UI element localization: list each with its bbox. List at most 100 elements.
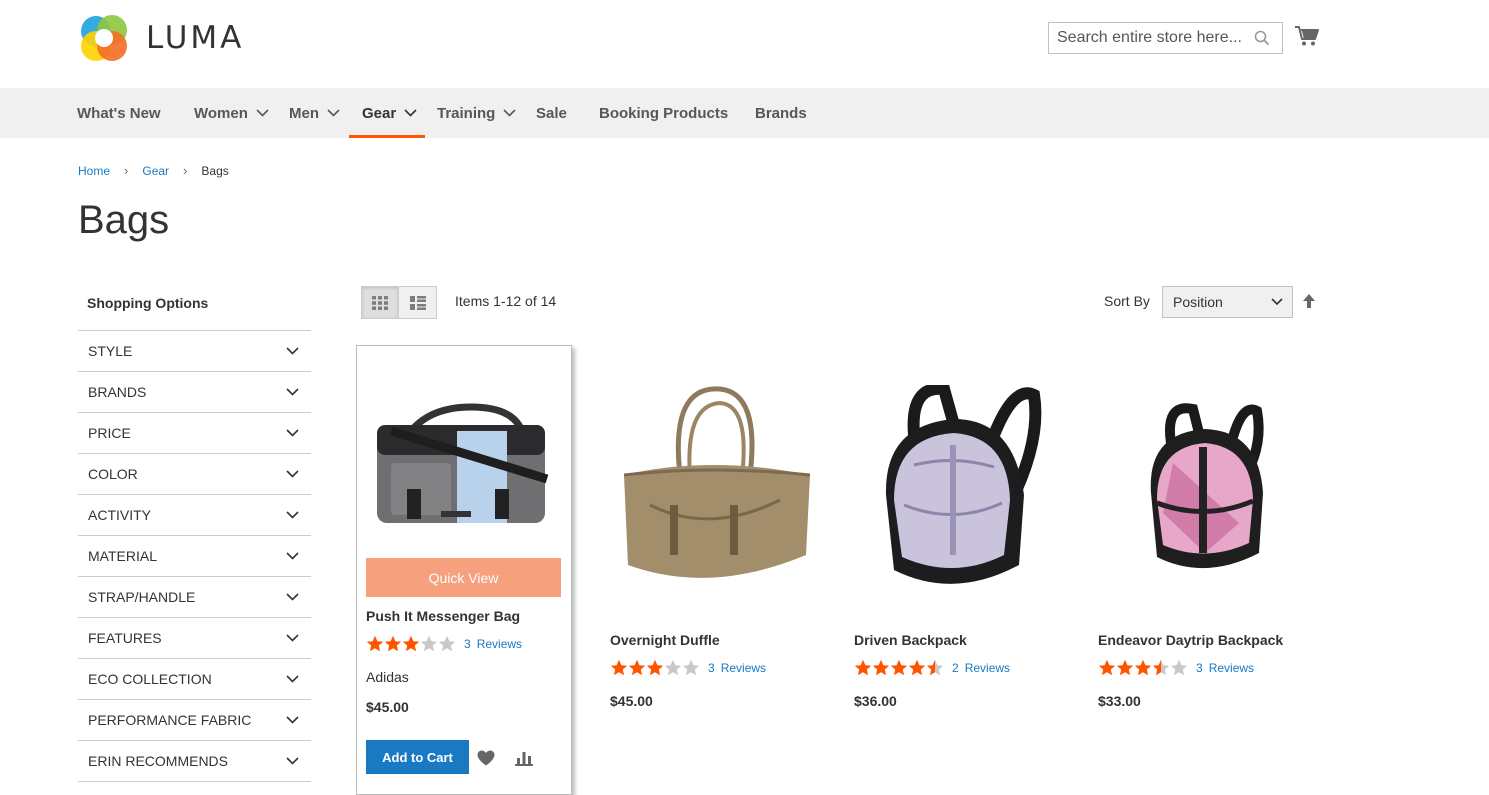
filter-style[interactable]: STYLE [78,331,311,372]
search-input[interactable] [1049,24,1247,52]
review-count: 3 [1196,660,1203,675]
filter-color[interactable]: COLOR [78,454,311,495]
breadcrumb-separator: › [124,163,129,178]
breadcrumb-gear[interactable]: Gear [142,164,169,178]
star-icon [420,635,438,652]
view-mode-switcher [361,286,437,319]
nav-label: Booking Products [599,104,729,122]
star-icon [646,659,664,676]
nav-label: What's New [77,104,161,122]
review-count: 2 [952,660,959,675]
filter-label: BRANDS [88,384,147,400]
chevron-down-icon [286,511,299,519]
compare-icon[interactable] [515,750,533,771]
nav-item-gear[interactable]: Gear [348,88,426,138]
cart-icon[interactable] [1294,24,1320,50]
filter-label: PERFORMANCE FABRIC [88,712,252,728]
reviews-link[interactable]: 3 Reviews [708,661,766,675]
filter-label: COLOR [88,466,138,482]
product-card[interactable]: Driven Backpack 2 Reviews $36.00 [844,345,1060,725]
nav-item-training[interactable]: Training [437,88,516,138]
chevron-down-icon [256,109,269,117]
add-to-cart-button[interactable]: Add to Cart [366,740,469,774]
chevron-down-icon [286,593,299,601]
reviews-label: Reviews [1208,660,1255,675]
product-card[interactable]: Quick View Push It Messenger Bag 3 Review… [356,345,572,795]
chevron-down-icon [286,347,299,355]
breadcrumb-home[interactable]: Home [78,164,110,178]
page-title: Bags [78,198,170,242]
nav-item-booking-products[interactable]: Booking Products [599,88,728,138]
chevron-down-icon [404,109,417,117]
product-image[interactable] [610,385,810,585]
product-card[interactable]: Endeavor Daytrip Backpack 3 Reviews $33.0… [1088,345,1304,725]
sort-select[interactable]: Position [1162,286,1293,318]
filter-eco-collection[interactable]: ECO COLLECTION [78,659,311,700]
rating-stars [366,635,456,652]
logo-text: LUMA [146,20,245,56]
chevron-down-icon [286,634,299,642]
breadcrumb-current: Bags [201,163,229,178]
breadcrumb-separator: › [183,163,188,178]
main-nav: What's New Women Men Gear Training Sale … [0,88,1489,138]
product-name[interactable]: Driven Backpack [854,632,967,648]
star-icon [908,659,926,676]
filter-activity[interactable]: ACTIVITY [78,495,311,536]
filter-label: STRAP/HANDLE [88,589,196,605]
quick-view-button[interactable]: Quick View [366,558,561,597]
product-name[interactable]: Endeavor Daytrip Backpack [1098,632,1283,648]
nav-item-men[interactable]: Men [289,88,340,138]
list-icon [409,295,426,310]
search-icon[interactable] [1247,23,1277,53]
rating-stars [1098,659,1188,676]
filter-strap-handle[interactable]: STRAP/HANDLE [78,577,311,618]
chevron-down-icon [286,757,299,765]
logo-icon [81,15,127,61]
nav-label: Women [194,104,248,122]
product-rating: 3 Reviews [610,659,766,676]
reviews-link[interactable]: 3 Reviews [464,637,522,651]
reviews-link[interactable]: 2 Reviews [952,661,1010,675]
star-icon [628,659,646,676]
product-card[interactable]: Overnight Duffle 3 Reviews $45.00 [600,345,816,725]
logo[interactable]: LUMA [78,13,244,63]
review-count: 3 [464,636,471,651]
reviews-label: Reviews [964,660,1011,675]
chevron-down-icon [286,388,299,396]
list-view-button[interactable] [399,286,437,319]
filter-performance-fabric[interactable]: PERFORMANCE FABRIC [78,700,311,741]
filter-material[interactable]: MATERIAL [78,536,311,577]
nav-item-sale[interactable]: Sale [536,88,567,138]
star-icon [402,635,420,652]
nav-item-women[interactable]: Women [194,88,269,138]
product-name[interactable]: Push It Messenger Bag [366,608,520,624]
filter-label: STYLE [88,343,133,359]
sort-arrow-icon[interactable] [1302,293,1316,314]
star-icon [366,635,384,652]
star-icon [664,659,682,676]
star-icon [854,659,872,676]
filter-features[interactable]: FEATURES [78,618,311,659]
product-image[interactable] [371,401,557,541]
reviews-link[interactable]: 3 Reviews [1196,661,1254,675]
shopping-options-title: Shopping Options [87,295,209,311]
reviews-label: Reviews [476,636,523,651]
filter-brands[interactable]: BRANDS [78,372,311,413]
nav-item-brands[interactable]: Brands [755,88,807,138]
product-image[interactable] [874,385,1044,595]
grid-view-button[interactable] [361,286,399,319]
nav-label: Training [437,104,496,122]
star-icon [890,659,908,676]
chevron-down-icon [1271,298,1283,306]
chevron-down-icon [286,552,299,560]
filter-label: ERIN RECOMMENDS [88,753,229,769]
nav-item-whats-new[interactable]: What's New [77,88,161,138]
review-count: 3 [708,660,715,675]
product-name[interactable]: Overnight Duffle [610,632,720,648]
items-count: Items 1-12 of 14 [455,293,557,309]
product-image[interactable] [1143,403,1273,575]
heart-icon[interactable] [477,750,495,771]
filter-erin-recommends[interactable]: ERIN RECOMMENDS [78,741,311,782]
filter-price[interactable]: PRICE [78,413,311,454]
chevron-down-icon [327,109,340,117]
